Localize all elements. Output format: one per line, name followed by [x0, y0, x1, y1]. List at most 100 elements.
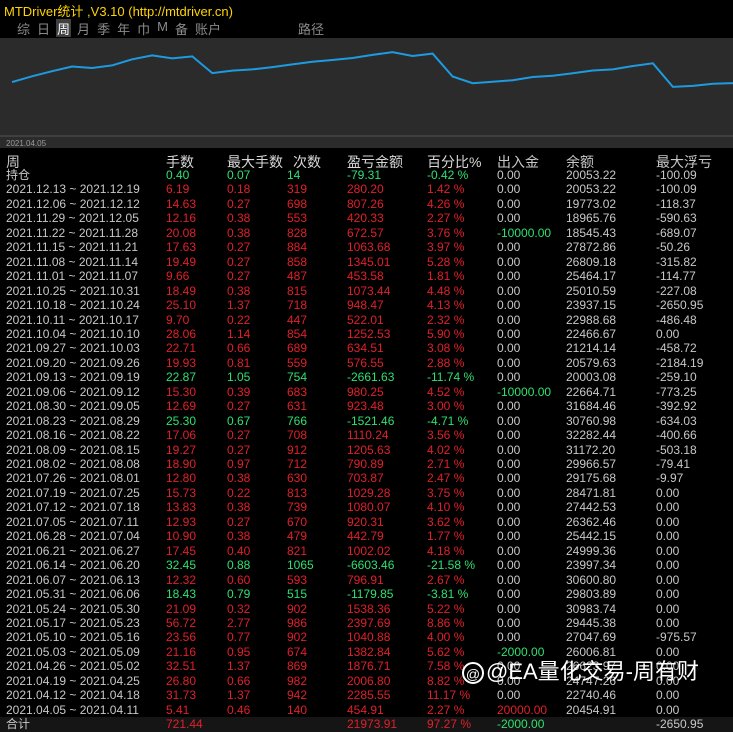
cell-max-float: -100.09 — [656, 182, 697, 197]
cell-pct: 4.00 % — [427, 630, 465, 645]
cell-pct: 4.02 % — [427, 442, 465, 457]
cell-period: 2021.09.27 ~ 2021.10.03 — [6, 341, 140, 356]
cell-period: 2021.07.12 ~ 2021.07.18 — [6, 500, 140, 515]
cell-lots: 721.44 — [166, 717, 203, 732]
cell-max-lots: 1.05 — [227, 370, 251, 385]
cell-pnl: -2661.63 — [347, 370, 395, 385]
cell-trades: 698 — [287, 196, 308, 211]
cell-max-float: -2650.95 — [656, 298, 704, 313]
cell-lots: 19.27 — [166, 442, 197, 457]
cell-lots: 9.70 — [166, 312, 190, 327]
cell-lots: 28.06 — [166, 326, 197, 341]
cell-max-lots: 0.38 — [227, 471, 251, 486]
cell-period: 2021.11.15 ~ 2021.11.21 — [6, 240, 139, 255]
cell-lots: 23.56 — [166, 630, 197, 645]
cell-pnl: 2397.69 — [347, 615, 391, 630]
cell-trades: 942 — [287, 688, 308, 703]
cell-max-lots: 0.27 — [227, 442, 251, 457]
cell-trades: 559 — [287, 355, 308, 370]
chart-start-date: 2021.04.05 — [6, 139, 47, 148]
table-row: 2021.06.07 ~ 2021.06.13 12.32 0.60 593 796.9… — [0, 573, 733, 587]
cell-period: 2021.10.11 ~ 2021.10.17 — [6, 312, 139, 327]
cell-balance: 20454.91 — [566, 702, 617, 717]
cell-deposit: -10000.00 — [497, 384, 552, 399]
cell-max-lots: 0.77 — [227, 630, 251, 645]
tab-0[interactable]: 综 — [16, 19, 31, 37]
cell-period: 2021.10.04 ~ 2021.10.10 — [6, 326, 140, 341]
cell-max-float: 0.00 — [656, 572, 680, 587]
table-row: 2021.10.04 ~ 2021.10.10 28.06 1.14 854 1252.… — [0, 327, 733, 341]
cell-max-lots: 0.79 — [227, 587, 251, 602]
cell-period: 2021.11.08 ~ 2021.11.14 — [6, 254, 139, 269]
cell-pct: 4.18 % — [427, 543, 465, 558]
tab-8[interactable]: 备 — [174, 19, 189, 37]
cell-lots: 5.41 — [166, 702, 190, 717]
equity-chart — [0, 38, 733, 148]
cell-balance: 25442.15 — [566, 529, 617, 544]
cell-max-float: -50.26 — [656, 240, 691, 255]
cell-max-lots: 0.27 — [227, 269, 251, 284]
cell-trades: 631 — [287, 399, 308, 414]
cell-max-lots: 0.66 — [227, 341, 251, 356]
equity-chart-svg — [0, 51, 733, 137]
cell-pnl: 1063.68 — [347, 240, 391, 255]
cell-pnl: -79.31 — [347, 168, 382, 182]
cell-max-lots: 0.60 — [227, 572, 251, 587]
cell-lots: 32.45 — [166, 558, 197, 573]
cell-deposit: 0.00 — [497, 240, 521, 255]
cell-deposit: 0.00 — [497, 500, 521, 515]
cell-trades: 487 — [287, 269, 308, 284]
tab-3[interactable]: 月 — [76, 19, 91, 37]
tab-10[interactable]: 路径 — [297, 19, 325, 37]
cell-period: 2021.07.19 ~ 2021.07.25 — [6, 485, 140, 500]
cell-max-float: -227.08 — [656, 283, 697, 298]
cell-period: 2021.09.20 ~ 2021.09.26 — [6, 355, 140, 370]
cell-pnl: 1345.01 — [347, 254, 391, 269]
cell-lots: 20.08 — [166, 225, 197, 240]
cell-pnl: -1179.85 — [347, 587, 394, 602]
cell-period: 2021.10.25 ~ 2021.10.31 — [6, 283, 140, 298]
cell-max-lots: 0.88 — [227, 558, 251, 573]
tab-1[interactable]: 日 — [36, 19, 51, 37]
cell-deposit: 0.00 — [497, 211, 521, 226]
table-row: 2021.11.08 ~ 2021.11.14 19.49 0.27 858 1345.… — [0, 255, 733, 269]
cell-lots: 13.83 — [166, 500, 197, 515]
cell-balance: 29803.89 — [566, 587, 617, 602]
cell-lots: 18.90 — [166, 457, 197, 471]
cell-pct: 2.47 % — [427, 471, 465, 486]
cell-period: 2021.06.14 ~ 2021.06.20 — [6, 558, 140, 573]
table-row: 2021.09.20 ~ 2021.09.26 19.93 0.81 559 576.5… — [0, 356, 733, 370]
cell-deposit: 0.00 — [497, 442, 521, 457]
tab-2[interactable]: 周 — [56, 19, 72, 37]
table-row: 2021.11.01 ~ 2021.11.07 9.66 0.27 487 453.58… — [0, 269, 733, 283]
cell-deposit: 0.00 — [497, 514, 521, 529]
cell-max-lots: 0.27 — [227, 428, 251, 443]
cell-deposit: 0.00 — [497, 543, 521, 558]
cell-max-lots: 0.18 — [227, 182, 251, 197]
cell-pct: 2.71 % — [427, 457, 465, 471]
cell-period: 2021.07.26 ~ 2021.08.01 — [6, 471, 140, 486]
cell-deposit: 0.00 — [497, 615, 521, 630]
cell-trades: 712 — [287, 457, 308, 471]
cell-balance: 20053.22 — [566, 182, 617, 197]
cell-deposit: 0.00 — [497, 182, 521, 197]
table-row: 2021.09.06 ~ 2021.09.12 15.30 0.39 683 980.2… — [0, 385, 733, 399]
cell-max-lots: 0.07 — [227, 168, 251, 182]
cell-period: 2021.06.07 ~ 2021.06.13 — [6, 572, 140, 587]
cell-pnl: 920.31 — [347, 514, 384, 529]
cell-lots: 21.16 — [166, 644, 197, 659]
cell-lots: 9.66 — [166, 269, 190, 284]
cell-lots: 19.93 — [166, 355, 197, 370]
at-icon: @ — [462, 662, 484, 685]
cell-max-float: -503.18 — [656, 442, 697, 457]
cell-pct: 3.56 % — [427, 428, 465, 443]
cell-balance: 23937.15 — [566, 298, 617, 313]
cell-deposit: 0.00 — [497, 572, 521, 587]
tab-5[interactable]: 年 — [116, 19, 131, 37]
tab-4[interactable]: 季 — [96, 19, 111, 37]
tab-7[interactable]: M — [156, 19, 169, 37]
tab-9[interactable]: 账户 — [194, 19, 222, 37]
table-row: 2021.08.16 ~ 2021.08.22 17.06 0.27 708 1110.… — [0, 428, 733, 442]
table-row: 2021.05.10 ~ 2021.05.16 23.56 0.77 902 1040.… — [0, 630, 733, 644]
tab-6[interactable]: 巾 — [136, 19, 151, 37]
